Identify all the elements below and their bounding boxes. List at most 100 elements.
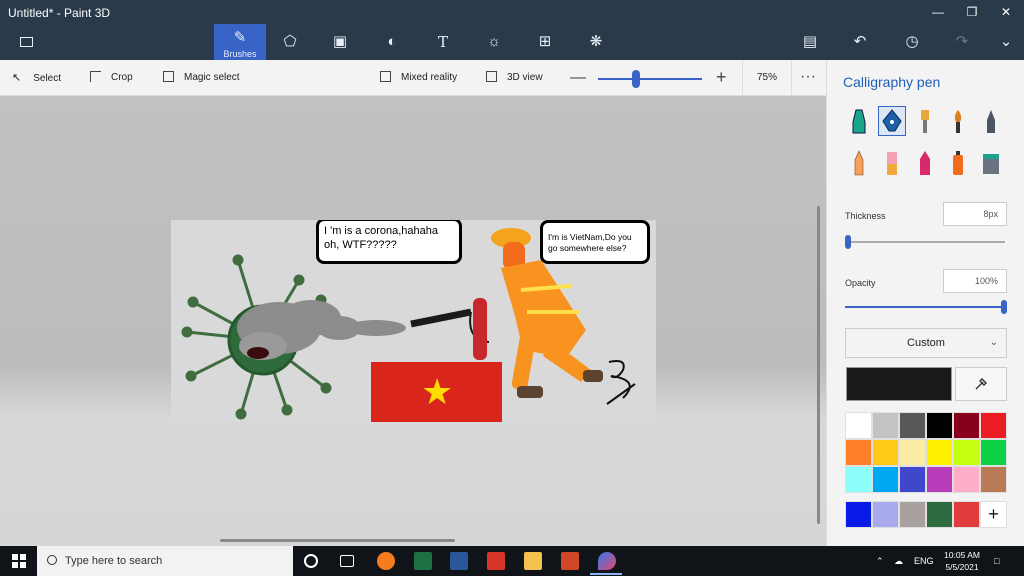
custom-color-swatch[interactable] [926, 501, 953, 528]
redo-button[interactable]: ↷ [942, 24, 982, 60]
color-mode-dropdown[interactable]: Custom ⌄ [845, 328, 1007, 358]
custom-color-swatch[interactable] [872, 501, 899, 528]
color-swatch[interactable] [953, 412, 980, 439]
taskbar-search-input[interactable]: Type here to search [37, 546, 293, 576]
history-button[interactable]: ◷ [892, 24, 932, 60]
custom-color-swatch[interactable] [953, 501, 980, 528]
cloud-icon[interactable]: ☁ [894, 546, 903, 576]
clock[interactable]: 10:05 AM 5/5/2021 [936, 549, 988, 573]
color-swatch[interactable] [899, 439, 926, 466]
thickness-input[interactable]: 8px [943, 202, 1007, 226]
taskbar: Type here to search ⌃ ☁ ENG 10:05 AM 5/5… [0, 546, 1024, 576]
color-swatch[interactable] [899, 412, 926, 439]
color-swatch[interactable] [845, 439, 872, 466]
watercolor-icon [954, 110, 962, 133]
3d-view-button[interactable]: 3D view [486, 70, 543, 86]
brushes-label: Brushes [223, 49, 257, 59]
3d-library-tab[interactable]: ❋ [576, 24, 616, 60]
opacity-slider[interactable] [845, 300, 1007, 314]
language-indicator[interactable]: ENG [914, 546, 934, 576]
current-color[interactable] [846, 367, 952, 401]
zoom-in-button[interactable]: + [716, 68, 727, 86]
magic-select-tool[interactable]: Magic select [163, 70, 240, 86]
menu-button[interactable] [6, 24, 46, 60]
undo-button[interactable]: ↶ [840, 24, 880, 60]
calligraphy-pen-brush[interactable] [878, 106, 906, 136]
brush-panel: Calligraphy pen Thickness 8px Opacity 10… [826, 60, 1024, 546]
canvas-tab[interactable]: ⊞ [525, 24, 565, 60]
brushes-tab[interactable]: ✎ Brushes [214, 24, 266, 60]
expand-button[interactable]: ⌄ [986, 24, 1024, 60]
thickness-label: Thickness [845, 211, 886, 221]
file-explorer-icon[interactable] [524, 552, 542, 570]
paint-3d-icon[interactable] [598, 552, 616, 570]
color-swatch[interactable] [953, 439, 980, 466]
oil-brush[interactable] [911, 106, 939, 136]
restore-button[interactable]: ❐ [956, 2, 988, 22]
chevron-up-icon[interactable]: ⌃ [876, 546, 884, 576]
color-swatch[interactable] [845, 412, 872, 439]
zoom-slider[interactable] [598, 78, 702, 80]
custom-color-swatch[interactable] [845, 501, 872, 528]
windows-start-icon[interactable] [12, 554, 26, 568]
2d-shapes-tab[interactable]: ⬠ [270, 24, 310, 60]
color-swatch[interactable] [899, 466, 926, 493]
spray-can-brush[interactable] [944, 148, 972, 178]
notification-icon[interactable]: □ [994, 546, 999, 576]
zoom-level[interactable]: 75% [742, 60, 792, 96]
thickness-slider[interactable] [845, 235, 1005, 249]
title-bar: Untitled* - Paint 3D — ❐ ✕ [0, 0, 1024, 24]
task-view-icon[interactable] [340, 555, 354, 567]
more-options-icon[interactable]: ··· [800, 68, 816, 86]
color-swatch[interactable] [926, 439, 953, 466]
close-button[interactable]: ✕ [990, 2, 1022, 22]
pixel-pen-brush[interactable] [977, 106, 1005, 136]
paste-button[interactable]: ▤ [790, 24, 830, 60]
zoom-out-button[interactable]: — [570, 70, 586, 86]
color-swatch[interactable] [872, 439, 899, 466]
opacity-input[interactable]: 100% [943, 269, 1007, 293]
marker-brush[interactable] [845, 106, 873, 136]
crop-tool[interactable]: Crop [90, 70, 133, 86]
drawing-canvas[interactable]: ★ I 'm is a corona,hahaha oh, WTF????? I… [171, 220, 656, 422]
color-swatch[interactable] [926, 412, 953, 439]
zoom-slider-thumb[interactable] [632, 70, 640, 88]
workspace[interactable]: ★ I 'm is a corona,hahaha oh, WTF????? I… [0, 96, 826, 546]
color-swatch[interactable] [872, 466, 899, 493]
cortana-icon[interactable] [304, 554, 318, 568]
opacity-slider-thumb[interactable] [1001, 300, 1007, 314]
text-tab[interactable]: T [423, 24, 463, 60]
vertical-scrollbar[interactable] [817, 206, 820, 524]
firefox-icon[interactable] [377, 552, 395, 570]
search-placeholder: Type here to search [65, 555, 163, 567]
color-swatch[interactable] [980, 412, 1007, 439]
select-tool[interactable]: ↖ Select [12, 70, 61, 86]
color-swatch[interactable] [953, 466, 980, 493]
thickness-slider-thumb[interactable] [845, 235, 851, 249]
color-swatch[interactable] [872, 412, 899, 439]
chevron-down-icon: ⌄ [989, 337, 998, 348]
color-swatch[interactable] [926, 466, 953, 493]
3d-shapes-tab[interactable]: ▣ [320, 24, 360, 60]
color-swatch[interactable] [980, 439, 1007, 466]
minimize-button[interactable]: — [922, 2, 954, 22]
color-palette [845, 412, 1007, 493]
pencil-brush[interactable] [845, 148, 873, 178]
effects-tab[interactable]: ☼ [474, 24, 514, 60]
fill-brush[interactable] [977, 148, 1005, 178]
mixed-reality-button[interactable]: Mixed reality [380, 70, 457, 86]
word-icon[interactable] [450, 552, 468, 570]
powerpoint-icon[interactable] [561, 552, 579, 570]
app-tp-icon[interactable] [487, 552, 505, 570]
excel-icon[interactable] [414, 552, 432, 570]
custom-color-swatch[interactable] [899, 501, 926, 528]
horizontal-scrollbar[interactable] [220, 539, 455, 542]
watercolor-brush[interactable] [944, 106, 972, 136]
color-swatch[interactable] [980, 466, 1007, 493]
eraser-brush[interactable] [878, 148, 906, 178]
color-swatch[interactable] [845, 466, 872, 493]
stickers-tab[interactable]: ◐ [372, 24, 412, 60]
add-color-button[interactable]: + [980, 501, 1007, 528]
crayon-brush[interactable] [911, 148, 939, 178]
eyedropper-button[interactable] [955, 367, 1007, 401]
